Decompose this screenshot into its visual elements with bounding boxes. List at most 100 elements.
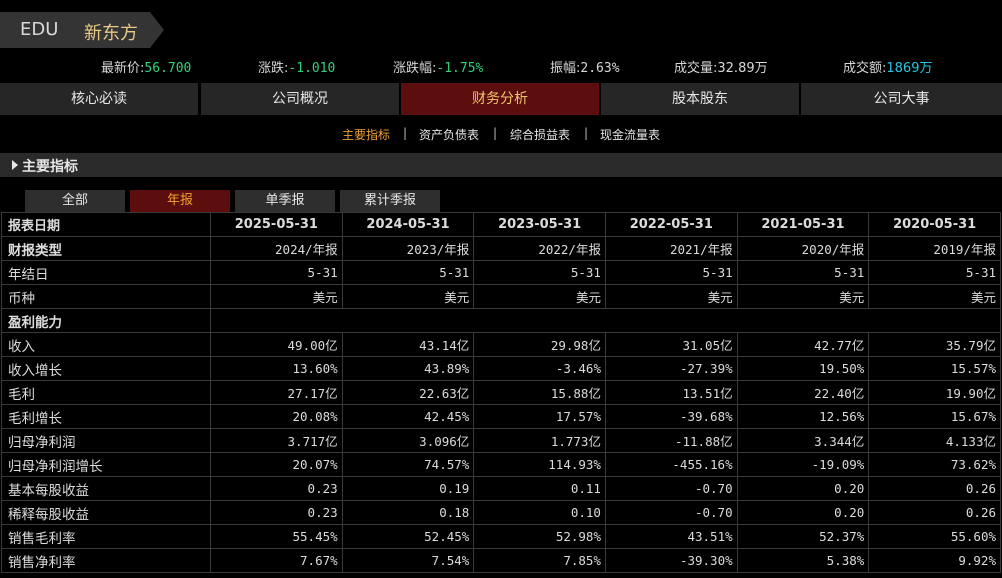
table-cell: -455.16% — [604, 452, 738, 477]
table-cell: 17.57% — [473, 404, 606, 429]
subnav-balance-sheet[interactable]: 资产负债表 — [419, 126, 479, 143]
stock-name: 新东方 — [84, 23, 138, 44]
table-cell: 7.67% — [210, 548, 343, 573]
expand-triangle-icon — [12, 160, 18, 170]
table-cell: 3.717亿 — [210, 428, 343, 453]
table-cell: 2019/年报 — [868, 236, 1001, 261]
nav-tab-company-events[interactable]: 公司大事 — [801, 83, 1002, 115]
row-label: 盈利能力 — [1, 308, 211, 333]
table-cell: 73.62% — [868, 452, 1001, 477]
quote-volume: 成交量:32.89万 — [674, 57, 768, 76]
table-row: 毛利增长 20.08% 42.45% 17.57% -39.68% 12.56% 15.67… — [1, 404, 1001, 429]
table-cell: -3.46% — [473, 356, 606, 381]
period-tab-annual[interactable]: 年报 — [130, 190, 230, 212]
table-cell: 12.56% — [736, 404, 870, 429]
period-tab-single-quarter[interactable]: 单季报 — [235, 190, 335, 212]
change-value: -1.010 — [288, 61, 336, 76]
table-cell: 13.60% — [210, 356, 343, 381]
table-row: 归母净利润增长 20.07% 74.57% 114.93% -455.16% -19.09… — [1, 452, 1001, 477]
subnav-separator: | — [403, 126, 408, 140]
nav-tab-financial-analysis[interactable]: 财务分析 — [401, 83, 599, 115]
subnav-cash-flow[interactable]: 现金流量表 — [600, 126, 660, 143]
table-cell: 美元 — [604, 284, 738, 309]
table-cell: 0.20 — [736, 476, 870, 501]
main-nav: 核心必读 公司概况 财务分析 股本股东 公司大事 — [0, 83, 1002, 115]
table-cell: 114.93% — [473, 452, 606, 477]
table-cell: 4.133亿 — [868, 428, 1001, 453]
table-cell: 74.57% — [341, 452, 475, 477]
table-cell: 0.19 — [341, 476, 475, 501]
row-label: 稀释每股收益 — [1, 500, 211, 525]
nav-tab-company-profile[interactable]: 公司概况 — [201, 83, 399, 115]
quote-change: 涨跌:-1.010 — [258, 57, 335, 76]
table-cell: 0.23 — [210, 500, 343, 525]
row-label: 销售毛利率 — [1, 524, 211, 549]
table-cell: 美元 — [341, 284, 475, 309]
turnover-label: 成交额: — [843, 61, 887, 76]
table-cell: 52.45% — [341, 524, 475, 549]
table-cell: 7.54% — [341, 548, 475, 573]
table-cell: 3.096亿 — [341, 428, 475, 453]
period-tab-cumulative-quarter[interactable]: 累计季报 — [340, 190, 440, 212]
row-label: 币种 — [1, 284, 211, 309]
table-cell: 0.11 — [473, 476, 606, 501]
amplitude-label: 振幅: — [550, 61, 581, 76]
table-cell: 2024/年报 — [210, 236, 343, 261]
table-cell: 42.45% — [341, 404, 475, 429]
subnav-income-statement[interactable]: 综合损益表 — [510, 126, 570, 143]
table-cell: 0.26 — [868, 500, 1001, 525]
table-cell: 27.17亿 — [210, 380, 343, 405]
table-cell: 35.79亿 — [868, 332, 1001, 357]
table-cell: 9.92% — [868, 548, 1001, 573]
table-cell: 31.05亿 — [604, 332, 738, 357]
table-cell: 49.00亿 — [210, 332, 343, 357]
row-label: 销售净利率 — [1, 548, 211, 573]
section-title: 主要指标 — [22, 159, 78, 175]
table-row: 币种 美元 美元 美元 美元 美元 美元 — [1, 284, 1001, 309]
table-cell: 美元 — [210, 284, 343, 309]
table-header-row: 报表日期 2025-05-31 2024-05-31 2023-05-31 2022-0… — [1, 212, 1001, 237]
quote-change-pct: 涨跌幅:-1.75% — [393, 57, 483, 76]
change-pct-value: -1.75% — [436, 61, 484, 76]
table-cell: 19.90亿 — [868, 380, 1001, 405]
table-cell: 52.37% — [736, 524, 870, 549]
table-row: 归母净利润 3.717亿 3.096亿 1.773亿 -11.88亿 3.344亿 4.13… — [1, 428, 1001, 453]
table-cell: 20.08% — [210, 404, 343, 429]
last-price-label: 最新价: — [101, 61, 145, 76]
table-cell: 美元 — [736, 284, 870, 309]
stock-title-tag: EDU 新东方 — [0, 12, 166, 48]
table-cell: 0.18 — [341, 500, 475, 525]
change-pct-label: 涨跌幅: — [393, 61, 437, 76]
table-cell: 13.51亿 — [604, 380, 738, 405]
subnav-main-indicators[interactable]: 主要指标 — [342, 126, 390, 143]
table-cell: -39.30% — [604, 548, 738, 573]
table-cell: 美元 — [868, 284, 1001, 309]
nav-tab-shareholders[interactable]: 股本股东 — [601, 83, 799, 115]
row-label: 年结日 — [1, 260, 211, 285]
table-cell: 0.26 — [868, 476, 1001, 501]
header-label: 报表日期 — [1, 212, 211, 237]
table-cell: 5-31 — [341, 260, 475, 285]
table-cell: -19.09% — [736, 452, 870, 477]
header-date: 2025-05-31 — [210, 212, 343, 237]
row-label: 毛利 — [1, 380, 211, 405]
table-row: 收入增长 13.60% 43.89% -3.46% -27.39% 19.50% 15.57… — [1, 356, 1001, 381]
row-label: 归母净利润增长 — [1, 452, 211, 477]
table-cell: 美元 — [473, 284, 606, 309]
table-cell: 2022/年报 — [473, 236, 606, 261]
table-cell: 5-31 — [868, 260, 1001, 285]
nav-tab-core[interactable]: 核心必读 — [0, 83, 198, 115]
table-row: 稀释每股收益 0.23 0.18 0.10 -0.70 0.20 0.26 — [1, 500, 1001, 525]
table-cell: 43.14亿 — [341, 332, 475, 357]
row-label: 归母净利润 — [1, 428, 211, 453]
table-row: 销售毛利率 55.45% 52.45% 52.98% 43.51% 52.37% 55.60… — [1, 524, 1001, 549]
table-cell: 55.45% — [210, 524, 343, 549]
header-date: 2020-05-31 — [868, 212, 1001, 237]
period-tab-all[interactable]: 全部 — [25, 190, 125, 212]
table-cell: 7.85% — [473, 548, 606, 573]
table-cell: 0.10 — [473, 500, 606, 525]
table-cell: 15.67% — [868, 404, 1001, 429]
section-header-main-indicators[interactable]: 主要指标 — [0, 153, 1002, 177]
change-label: 涨跌: — [258, 61, 289, 76]
row-label: 收入 — [1, 332, 211, 357]
